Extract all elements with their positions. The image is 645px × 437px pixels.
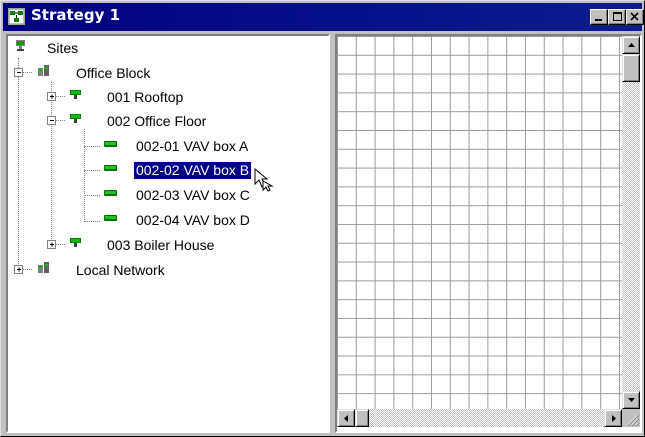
vertical-scroll-thumb[interactable] [622,54,640,82]
scroll-down-button[interactable] [622,391,640,409]
tree-item-label: Sites [47,40,79,56]
vav-module-icon [104,190,117,196]
strategy-window: Strategy 1 Sites Office Block 001 Roofto… [0,0,645,437]
tree-item-vav-box-a[interactable]: 002-01 VAV box A [8,137,288,157]
site-building-icon [38,65,49,76]
sites-icon [16,40,25,51]
vav-module-icon [104,165,117,171]
plus-icon [50,242,54,247]
scroll-left-button[interactable] [337,409,355,427]
site-tree: Sites Office Block 001 Rooftop 002 Offic… [8,36,328,431]
arrow-left-icon [344,415,348,422]
vav-module-icon [104,215,117,221]
tree-item-local-network[interactable]: Local Network [8,261,208,281]
tree-item-rooftop[interactable]: 001 Rooftop [8,88,258,108]
site-building-icon [38,262,49,273]
close-icon [630,12,639,21]
scroll-up-button[interactable] [622,36,640,54]
collapse-toggle[interactable] [14,68,23,77]
strategy-canvas-pane[interactable] [335,34,642,433]
device-icon [70,90,81,99]
expand-toggle[interactable] [47,92,56,101]
tree-item-label: 002-01 VAV box A [136,138,249,154]
scroll-right-button[interactable] [604,409,622,427]
tree-item-boiler-house[interactable]: 003 Boiler House [8,236,258,256]
close-button[interactable] [626,9,644,25]
horizontal-scroll-thumb[interactable] [355,409,369,427]
title-bar[interactable]: Strategy 1 [3,3,644,31]
tree-item-label: Office Block [76,65,151,81]
tree-item-office-floor[interactable]: 002 Office Floor [8,112,258,132]
resize-grip-icon [627,414,640,427]
maximize-button[interactable] [608,9,626,25]
tree-item-label: 002-04 VAV box D [136,212,250,228]
collapse-toggle[interactable] [47,116,56,125]
tree-item-vav-box-d[interactable]: 002-04 VAV box D [8,211,288,231]
window-title: Strategy 1 [31,6,121,24]
mouse-pointer-icon [254,168,274,192]
strategy-grid-canvas[interactable] [337,36,622,409]
device-icon [70,114,81,123]
tree-item-label: 002 Office Floor [107,113,207,129]
tree-item-label: 002-03 VAV box C [136,187,250,203]
tree-item-sites[interactable]: Sites [8,39,208,59]
tree-item-label: 003 Boiler House [107,237,215,253]
vertical-scrollbar[interactable] [622,36,640,409]
minimize-button[interactable] [590,9,608,25]
tree-item-office-block[interactable]: Office Block [8,64,208,84]
maximize-icon [613,12,622,21]
minus-icon [17,72,21,73]
vav-module-icon [104,141,117,147]
expand-toggle[interactable] [47,240,56,249]
arrow-up-icon [628,43,635,47]
strategy-window-icon[interactable] [8,8,25,25]
size-grip[interactable] [622,409,640,427]
arrow-right-icon [612,415,616,422]
plus-icon [17,267,21,272]
plus-icon [50,94,54,99]
arrow-down-icon [628,398,635,402]
expand-toggle[interactable] [14,265,23,274]
horizontal-scrollbar[interactable] [337,409,622,427]
tree-item-vav-box-b[interactable]: 002-02 VAV box B [8,161,288,181]
tree-item-label: 001 Rooftop [107,89,184,105]
site-tree-pane[interactable]: Sites Office Block 001 Rooftop 002 Offic… [6,34,330,433]
minimize-icon [595,19,602,21]
tree-item-label: Local Network [76,262,165,278]
tree-item-vav-box-c[interactable]: 002-03 VAV box C [8,186,288,206]
tree-item-label-selected: 002-02 VAV box B [132,161,253,180]
minus-icon [50,120,54,121]
device-icon [70,238,81,247]
